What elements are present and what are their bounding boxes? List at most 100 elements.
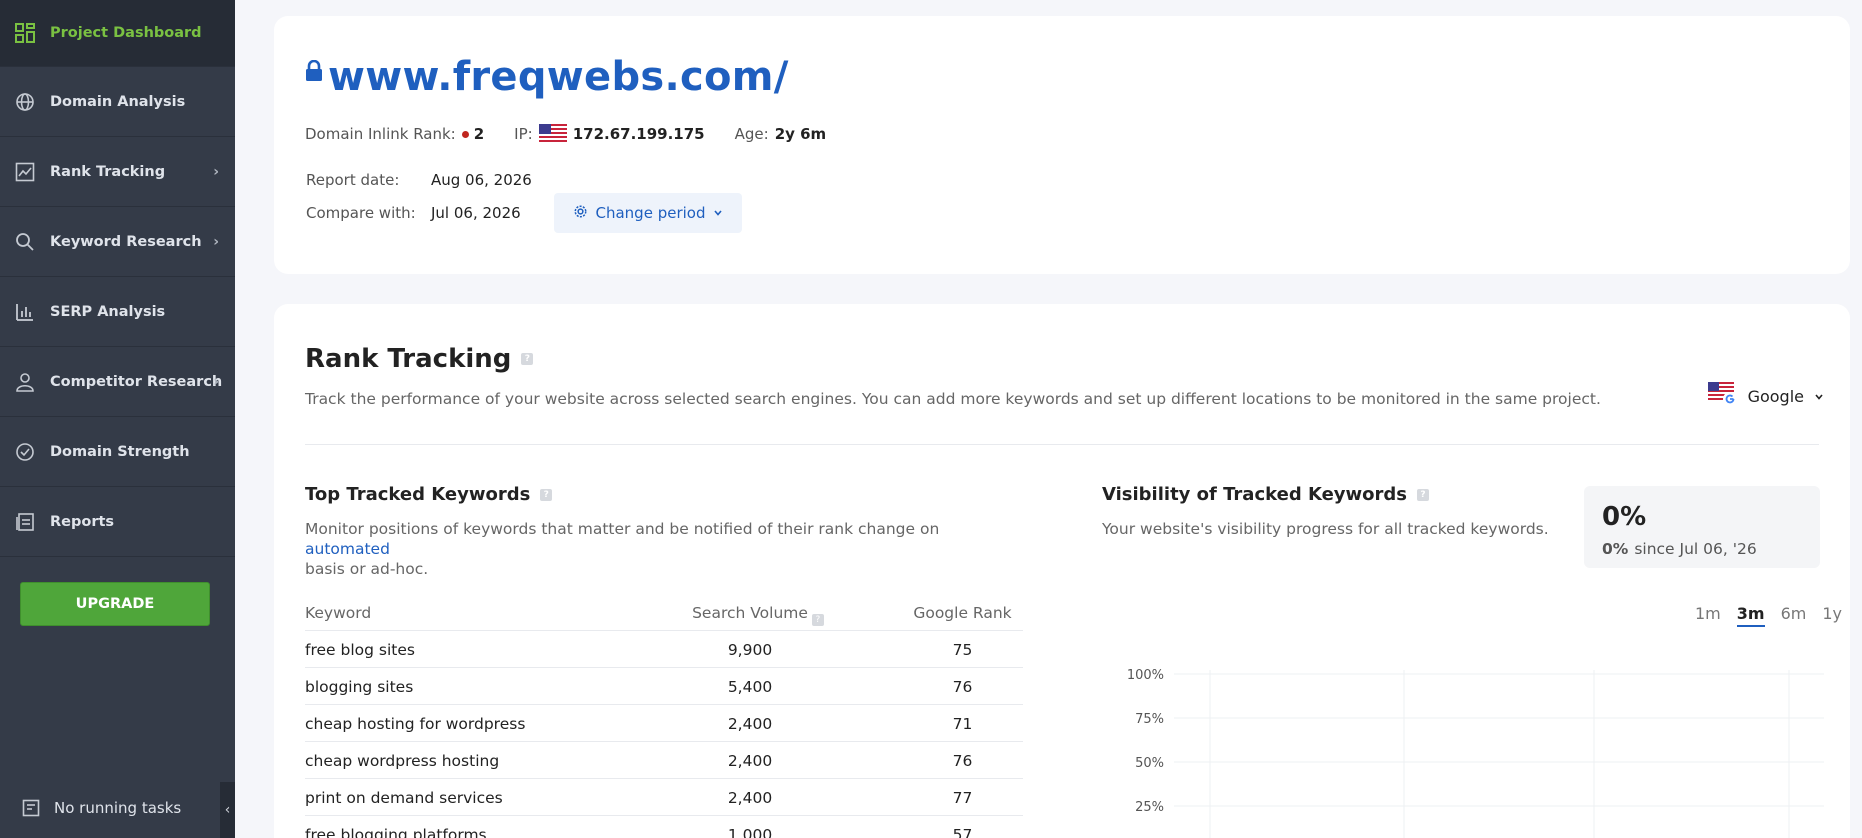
- visibility-since: since Jul 06, '26: [1634, 540, 1757, 558]
- help-icon[interactable]: ?: [811, 614, 824, 626]
- dashboard-icon: [14, 22, 36, 44]
- visibility-value: 0%: [1602, 502, 1647, 532]
- volume-cell: 9,900: [727, 641, 773, 659]
- y-tick-label: 75%: [1135, 712, 1164, 727]
- domain-url[interactable]: www.freqwebs.com/: [328, 54, 789, 100]
- help-icon[interactable]: ?: [521, 353, 534, 365]
- upgrade-button[interactable]: UPGRADE: [20, 582, 210, 626]
- compare-with-value: Jul 06, 2026: [431, 204, 521, 222]
- period-tab-3m[interactable]: 3m: [1736, 604, 1765, 627]
- desc-prefix: Monitor positions of keywords that matte…: [305, 520, 940, 538]
- table-row[interactable]: free blogging platforms 1,000 57: [305, 816, 1023, 838]
- age-label: Age:: [734, 125, 769, 143]
- keywords-table: Keyword Search Volume? Google Rank free …: [305, 594, 1023, 838]
- table-row[interactable]: free blog sites 9,900 75: [305, 631, 1023, 668]
- rank-cell: 77: [952, 789, 973, 807]
- chevron-right-icon: ›: [213, 233, 219, 250]
- collapse-sidebar-button[interactable]: ‹: [220, 782, 235, 838]
- y-tick-label: 25%: [1135, 800, 1164, 815]
- rank-cell: 71: [952, 715, 973, 733]
- sidebar-item-label: Domain Analysis: [50, 93, 186, 110]
- rank-tracking-title: Rank Tracking: [305, 344, 512, 374]
- ip-label: IP:: [514, 125, 533, 143]
- domain-summary-card: www.freqwebs.com/ Domain Inlink Rank: 2 …: [274, 16, 1850, 274]
- period-tab-1y[interactable]: 1y: [1822, 604, 1842, 627]
- volume-cell: 1,000: [727, 826, 773, 838]
- rank-cell: 76: [952, 752, 973, 770]
- rank-tracking-heading: Rank Tracking ?: [305, 344, 534, 374]
- search-engine-label: Google: [1747, 386, 1804, 406]
- keyword-cell: cheap wordpress hosting: [305, 752, 500, 770]
- lock-icon: [304, 59, 324, 82]
- sidebar-item-label: Rank Tracking: [50, 163, 166, 180]
- sidebar-item-label: Keyword Research: [50, 233, 202, 250]
- bar-chart-icon: [14, 301, 36, 323]
- sidebar: Project Dashboard Domain Analysis Rank T…: [0, 0, 235, 838]
- keyword-cell: blogging sites: [305, 678, 414, 696]
- user-icon: [14, 371, 36, 393]
- sidebar-item-domain-analysis[interactable]: Domain Analysis: [0, 67, 235, 137]
- compare-with-row: Compare with: Jul 06, 2026: [306, 204, 521, 222]
- sidebar-item-rank-tracking[interactable]: Rank Tracking ›: [0, 137, 235, 207]
- volume-cell: 2,400: [727, 752, 773, 770]
- globe-icon: [14, 91, 36, 113]
- sidebar-item-serp-analysis[interactable]: SERP Analysis: [0, 277, 235, 347]
- tasks-label: No running tasks: [54, 799, 182, 817]
- sidebar-item-domain-strength[interactable]: Domain Strength: [0, 417, 235, 487]
- sidebar-item-reports[interactable]: Reports: [0, 487, 235, 557]
- change-period-label: Change period: [595, 204, 706, 222]
- keyword-cell: cheap hosting for wordpress: [305, 715, 526, 733]
- column-header-search-volume[interactable]: Search Volume?: [680, 604, 824, 626]
- automated-link[interactable]: automated: [305, 540, 390, 558]
- visibility-change: 0% since Jul 06, '26: [1602, 540, 1757, 558]
- visibility-chart: 100% 75% 50% 25%: [1127, 668, 1824, 838]
- domain-meta: Domain Inlink Rank: 2 IP: 172.67.199.175…: [305, 124, 826, 144]
- chevron-right-icon: ›: [213, 373, 219, 390]
- top-keywords-description: Monitor positions of keywords that matte…: [305, 519, 1025, 579]
- help-icon[interactable]: ?: [1417, 488, 1430, 501]
- visibility-change-value: 0%: [1602, 540, 1629, 558]
- period-tabs: 1m 3m 6m 1y: [1695, 604, 1842, 627]
- volume-cell: 2,400: [727, 715, 773, 733]
- reports-icon: [14, 511, 36, 533]
- age-value: 2y 6m: [774, 125, 827, 143]
- column-header-keyword[interactable]: Keyword: [305, 604, 371, 622]
- google-us-flag-icon: [1707, 382, 1738, 410]
- table-row[interactable]: cheap hosting for wordpress 2,400 71: [305, 705, 1023, 742]
- sidebar-item-competitor-research[interactable]: Competitor Research ›: [0, 347, 235, 417]
- rank-tracking-description: Track the performance of your website ac…: [305, 390, 1601, 408]
- visibility-description: Your website's visibility progress for a…: [1102, 520, 1549, 538]
- inlink-rank-value: 2: [473, 125, 485, 143]
- rank-tracking-card: Rank Tracking ? Track the performance of…: [274, 304, 1850, 838]
- top-keywords-heading: Top Tracked Keywords ?: [305, 484, 553, 505]
- visibility-heading: Visibility of Tracked Keywords ?: [1102, 484, 1430, 505]
- gear-icon: [573, 204, 588, 223]
- table-row[interactable]: blogging sites 5,400 76: [305, 668, 1023, 705]
- sidebar-item-keyword-research[interactable]: Keyword Research ›: [0, 207, 235, 277]
- keyword-cell: print on demand services: [305, 789, 503, 807]
- domain-header: www.freqwebs.com/: [304, 54, 789, 100]
- table-row[interactable]: print on demand services 2,400 77: [305, 779, 1023, 816]
- period-tab-1m[interactable]: 1m: [1695, 604, 1721, 627]
- sidebar-item-label: Domain Strength: [50, 443, 190, 460]
- gauge-icon: [14, 441, 36, 463]
- search-icon: [14, 231, 36, 253]
- sidebar-item-label: Reports: [50, 513, 115, 530]
- running-tasks[interactable]: No running tasks: [0, 778, 220, 838]
- y-tick-label: 100%: [1127, 668, 1164, 683]
- volume-cell: 2,400: [727, 789, 773, 807]
- period-tab-6m[interactable]: 6m: [1781, 604, 1807, 627]
- visibility-summary: 0% 0% since Jul 06, '26: [1584, 486, 1820, 568]
- help-icon[interactable]: ?: [540, 488, 553, 501]
- change-period-button[interactable]: Change period: [554, 193, 742, 233]
- volume-cell: 5,400: [727, 678, 773, 696]
- report-date-value: Aug 06, 2026: [431, 171, 532, 189]
- column-header-google-rank[interactable]: Google Rank: [905, 604, 1020, 622]
- sidebar-item-project-dashboard[interactable]: Project Dashboard: [0, 0, 235, 67]
- chevron-down-icon: [1814, 387, 1824, 406]
- sidebar-item-label: Project Dashboard: [50, 25, 202, 41]
- chevron-down-icon: [713, 204, 723, 222]
- table-row[interactable]: cheap wordpress hosting 2,400 76: [305, 742, 1023, 779]
- search-engine-select[interactable]: Google: [1707, 382, 1824, 410]
- rank-indicator-dot: [461, 130, 469, 138]
